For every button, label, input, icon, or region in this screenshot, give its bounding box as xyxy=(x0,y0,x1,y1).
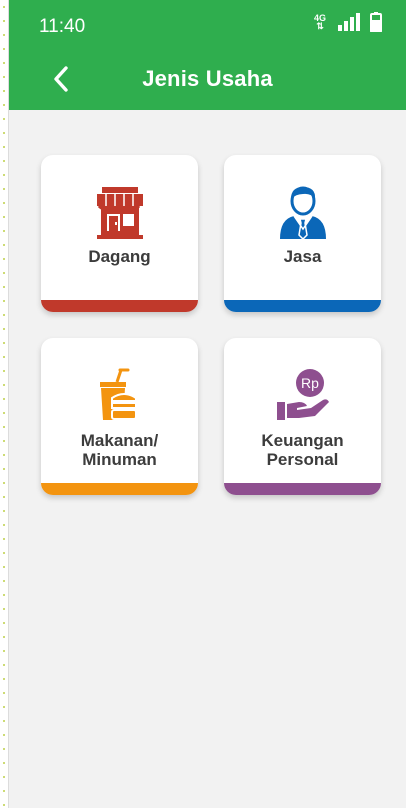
category-color-bar xyxy=(41,483,198,495)
data-arrows-icon: ⇅ xyxy=(316,21,324,31)
label-line-1: Makanan/ xyxy=(80,431,159,450)
rupiah-symbol: Rp xyxy=(301,375,319,391)
signal-icon xyxy=(338,13,360,31)
category-card-jasa[interactable]: Jasa xyxy=(224,155,381,312)
category-card-dagang[interactable]: Dagang xyxy=(41,155,198,312)
status-icons: 4G ⇅ xyxy=(314,12,382,32)
category-color-bar xyxy=(224,483,381,495)
store-icon xyxy=(41,185,198,239)
left-edge-strip xyxy=(0,0,9,808)
category-color-bar xyxy=(224,300,381,312)
food-drink-icon xyxy=(41,368,198,422)
money-hand-icon: Rp xyxy=(224,368,381,422)
category-label-jasa: Jasa xyxy=(283,247,322,266)
label-line-1: Keuangan xyxy=(261,431,344,450)
category-card-keuangan-personal[interactable]: Rp Keuangan Personal xyxy=(224,338,381,495)
category-color-bar xyxy=(41,300,198,312)
category-label-dagang: Dagang xyxy=(88,247,151,266)
page-title: Jenis Usaha xyxy=(142,66,273,91)
label-line-2: Personal xyxy=(266,450,339,469)
category-label-keuangan-personal: Keuangan Personal xyxy=(224,431,381,469)
battery-icon xyxy=(370,12,382,32)
label-line-2: Minuman xyxy=(82,450,157,469)
category-card-makanan-minuman[interactable]: Makanan/ Minuman xyxy=(41,338,198,495)
category-label-makanan-minuman: Makanan/ Minuman xyxy=(41,431,198,469)
network-4g-icon: 4G ⇅ xyxy=(314,14,326,31)
app-header: 11:40 4G ⇅ Jenis Usaha xyxy=(9,0,406,110)
person-icon xyxy=(224,185,381,239)
status-time: 11:40 xyxy=(39,16,86,37)
